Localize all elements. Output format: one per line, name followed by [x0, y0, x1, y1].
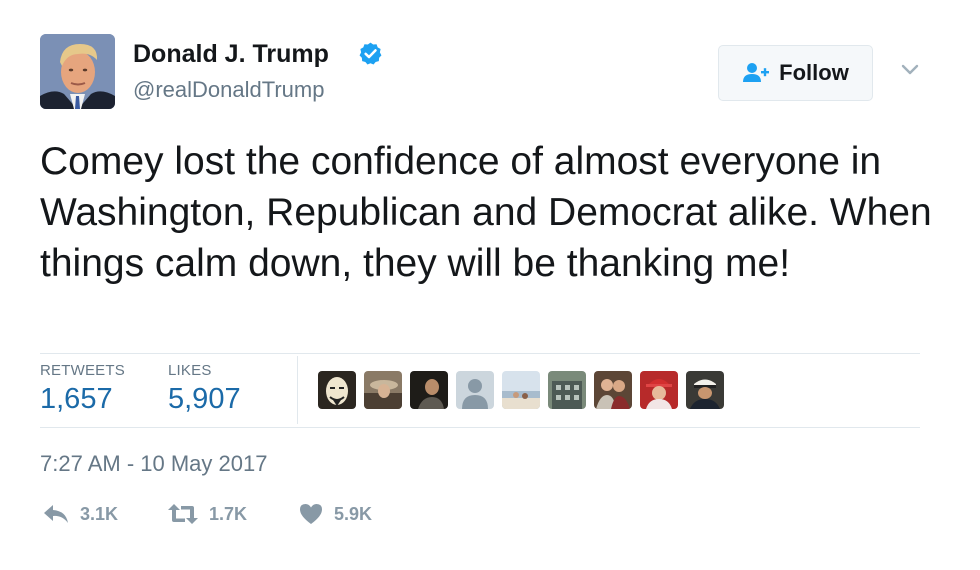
default-egg-avatar[interactable]	[456, 371, 494, 409]
beach-photo-avatar[interactable]	[502, 371, 540, 409]
retweets-count: 1,657	[40, 383, 113, 415]
red-hat-photo-avatar[interactable]	[640, 371, 678, 409]
guy-fawkes-mask-avatar[interactable]	[318, 371, 356, 409]
retweets-stat[interactable]: RETWEETS 1,657	[40, 362, 125, 416]
reply-count: 3.1K	[80, 503, 119, 524]
stats-divider-top	[40, 353, 920, 354]
reply-button[interactable]: 3.1K	[42, 500, 118, 528]
man-photo-avatar[interactable]	[410, 371, 448, 409]
building-photo-avatar[interactable]	[548, 371, 586, 409]
stats-divider-bottom	[40, 427, 920, 428]
heart-icon	[300, 504, 322, 524]
retweets-label: RETWEETS	[40, 362, 125, 379]
follow-button-label: Follow	[779, 60, 849, 85]
likes-stat[interactable]: LIKES 5,907	[168, 362, 241, 416]
author-handle[interactable]: @realDonaldTrump	[133, 77, 324, 103]
tweet-card: Donald J. Trump @realDonaldTrump Follow …	[0, 0, 980, 570]
like-count: 5.9K	[334, 503, 373, 524]
likes-label: LIKES	[168, 362, 212, 379]
retweet-icon	[168, 504, 198, 524]
retweet-button[interactable]: 1.7K	[167, 500, 247, 528]
couple-photo-avatar[interactable]	[594, 371, 632, 409]
cowboy-photo-avatar[interactable]	[364, 371, 402, 409]
tweet-timestamp[interactable]: 7:27 AM - 10 May 2017	[40, 451, 267, 477]
add-person-icon	[743, 63, 770, 82]
retweet-count: 1.7K	[209, 503, 248, 524]
stats-separator	[297, 356, 298, 424]
follow-button[interactable]: Follow	[718, 45, 873, 101]
reply-icon	[44, 505, 68, 523]
profile-avatar[interactable]	[40, 34, 115, 109]
likes-count: 5,907	[168, 383, 241, 415]
tweet-text: Comey lost the confidence of almost ever…	[40, 140, 932, 285]
liker-avatars	[318, 371, 724, 409]
chevron-down-icon[interactable]	[898, 58, 922, 82]
verified-badge-icon	[359, 42, 382, 65]
soldier-photo-avatar[interactable]	[686, 371, 724, 409]
like-button[interactable]: 5.9K	[298, 500, 372, 528]
author-display-name[interactable]: Donald J. Trump	[133, 40, 329, 69]
